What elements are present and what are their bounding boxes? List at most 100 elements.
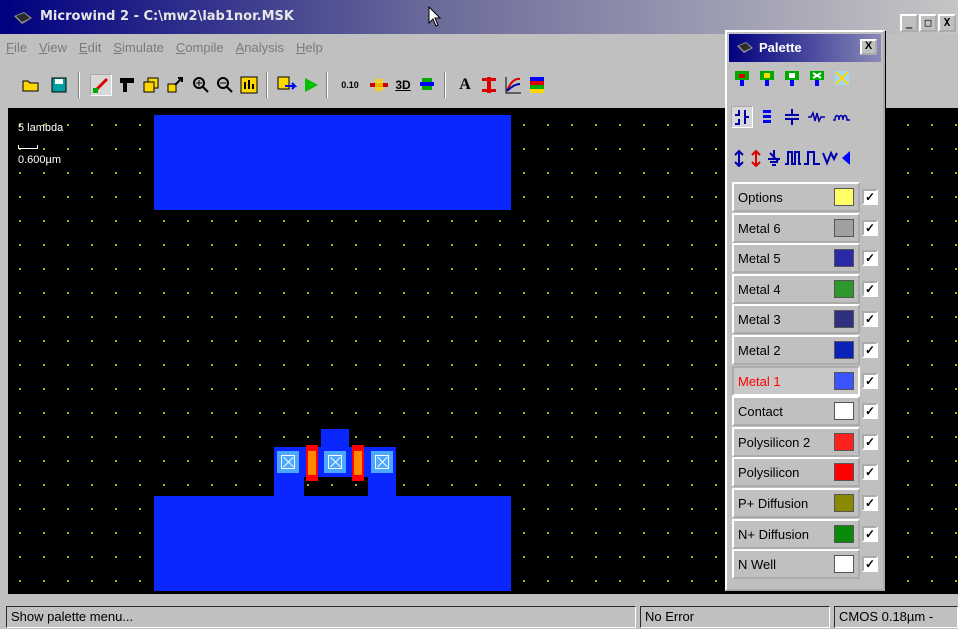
layer-swatch-icon [834,188,854,206]
via-device-icon[interactable] [806,67,828,89]
layer-visible-checkbox[interactable]: ✓ [862,250,878,266]
contact-cut-middle[interactable] [324,451,346,473]
nmos-device-icon[interactable] [731,67,753,89]
palette-icon[interactable] [526,74,548,96]
layer-button-contact[interactable]: Contact [732,396,860,426]
scale-label: 5 lambda [18,122,64,134]
run-icon[interactable] [300,74,322,96]
layer-label: Metal 1 [738,373,781,389]
inductor-generator-icon[interactable] [831,106,853,128]
layer-swatch-icon [834,280,854,298]
ground-icon[interactable] [765,147,783,169]
layer-button-metal-3[interactable]: Metal 3 [732,304,860,334]
layer-button-metal-4[interactable]: Metal 4 [732,274,860,304]
palette-window: Palette X Options ✓ Metal 6 ✓ Metal 5 ✓ Metal … [725,30,885,591]
minimize-button[interactable]: _ [900,14,918,32]
layer-label: Metal 4 [738,281,781,297]
menu-file[interactable]: File [6,40,27,55]
layer-visible-checkbox[interactable]: ✓ [862,403,878,419]
metal-leg-right[interactable] [368,477,396,497]
layer-visible-checkbox[interactable]: ✓ [862,189,878,205]
layer-button-metal-5[interactable]: Metal 5 [732,243,860,273]
metal-leg-left[interactable] [274,477,304,497]
vdd-icon[interactable] [731,147,747,169]
draw-box-icon[interactable] [90,74,112,96]
status-error: No Error [640,606,830,628]
palette-close-button[interactable]: X [860,39,877,55]
layer-visible-checkbox[interactable]: ✓ [862,311,878,327]
pmos-device-icon[interactable] [756,67,778,89]
vss-icon[interactable] [748,147,764,169]
metal-rail-bottom[interactable] [154,496,511,591]
layer-label: Polysilicon [738,464,800,480]
layer-button-options[interactable]: Options [732,182,860,212]
menu-simulate[interactable]: Simulate [113,40,164,55]
resistor-generator-icon[interactable] [806,106,828,128]
layer-label: Metal 2 [738,342,781,358]
clock-icon[interactable] [784,147,802,169]
copy-icon[interactable] [140,74,162,96]
vertical-cut-icon[interactable] [478,74,500,96]
pulse-icon[interactable] [803,147,821,169]
2d-view-icon[interactable] [416,74,438,96]
view-all-icon[interactable] [238,74,260,96]
text-icon[interactable]: A [454,74,476,96]
layer-visible-checkbox[interactable]: ✓ [862,281,878,297]
metal-contact-top[interactable] [321,429,349,449]
save-icon[interactable] [48,74,70,96]
contact-cut-right[interactable] [371,451,393,473]
layer-button-metal-2[interactable]: Metal 2 [732,335,860,365]
bus-generator-icon[interactable] [756,106,778,128]
curve-icon[interactable] [502,74,524,96]
layer-swatch-icon [834,372,854,390]
layer-visible-checkbox[interactable]: ✓ [862,342,878,358]
layer-label: Metal 3 [738,311,781,327]
mos-generator-icon[interactable] [731,106,753,128]
contact-cut-left[interactable] [277,451,299,473]
palette-title-bar[interactable]: Palette X [729,34,881,62]
layer-visible-checkbox[interactable]: ✓ [862,464,878,480]
zoom-in-icon[interactable] [190,74,212,96]
mos-view-icon[interactable] [368,74,390,96]
layer-button-metal-1[interactable]: Metal 1 [732,366,860,396]
visible-node-icon[interactable] [839,147,853,169]
layer-button-polysilicon-2[interactable]: Polysilicon 2 [732,427,860,457]
layer-button-n-diffusion[interactable]: N+ Diffusion [732,519,860,549]
menu-view[interactable]: View [39,40,67,55]
layer-visible-checkbox[interactable]: ✓ [862,434,878,450]
device-row-1 [731,65,881,91]
layer-visible-checkbox[interactable]: ✓ [862,495,878,511]
layer-visible-checkbox[interactable]: ✓ [862,373,878,389]
device-row-2 [731,104,881,130]
view-3d-icon[interactable]: 3D [392,74,414,96]
layer-label: N Well [738,556,777,572]
layer-button-n-well[interactable]: N Well [732,549,860,579]
menu-compile[interactable]: Compile [176,40,224,55]
close-button[interactable]: X [938,14,956,32]
menu-help[interactable]: Help [296,40,323,55]
layer-visible-checkbox[interactable]: ✓ [862,556,878,572]
open-icon[interactable] [20,74,42,96]
menu-analysis[interactable]: Analysis [236,40,284,55]
layer-button-polysilicon[interactable]: Polysilicon [732,457,860,487]
window-title: Microwind 2 - C:\mw2\lab1nor.MSK [40,9,294,24]
mouse-cursor-icon [428,6,442,27]
layer-visible-checkbox[interactable]: ✓ [862,220,878,236]
extract-icon[interactable] [276,74,298,96]
layer-swatch-icon [834,310,854,328]
maximize-button[interactable]: □ [919,14,937,32]
process-icon[interactable]: 0.10 [336,74,364,96]
metal-rail-top[interactable] [154,115,511,210]
stretch-icon[interactable] [164,74,186,96]
layer-visible-checkbox[interactable]: ✓ [862,526,878,542]
zoom-out-icon[interactable] [214,74,236,96]
palette-app-icon [737,42,753,53]
contact-device-icon[interactable] [781,67,803,89]
cut-icon[interactable] [116,74,138,96]
layer-button-metal-6[interactable]: Metal 6 [732,213,860,243]
layer-button-p-diffusion[interactable]: P+ Diffusion [732,488,860,518]
capacitor-generator-icon[interactable] [781,106,803,128]
menu-edit[interactable]: Edit [79,40,101,55]
pad-device-icon[interactable] [831,67,853,89]
sinus-icon[interactable] [822,147,838,169]
